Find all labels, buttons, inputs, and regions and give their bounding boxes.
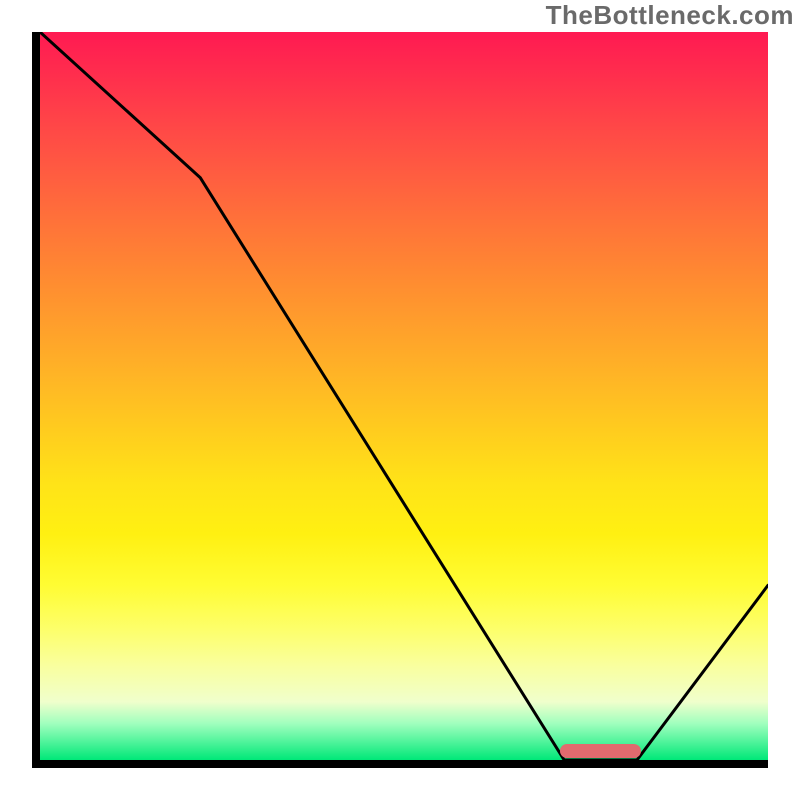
optimal-range-marker (560, 744, 641, 758)
bottleneck-curve-line (40, 32, 768, 760)
chart-frame: TheBottleneck.com (0, 0, 800, 800)
plot-area (32, 32, 768, 768)
curve-layer (40, 32, 768, 760)
watermark-text: TheBottleneck.com (546, 0, 794, 31)
